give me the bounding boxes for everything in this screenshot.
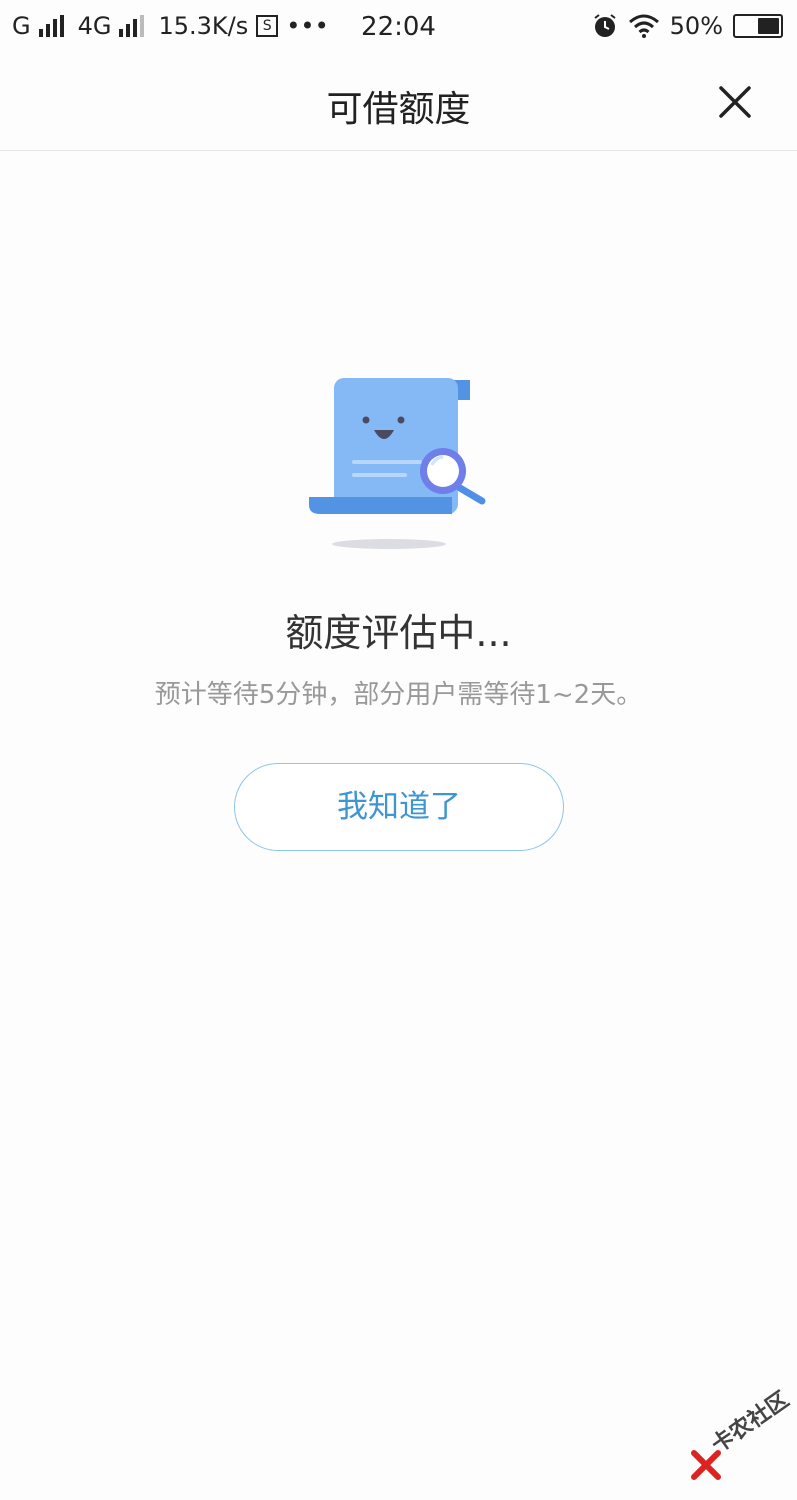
status-subtitle: 预计等待5分钟，部分用户需等待1~2天。 (154, 680, 643, 710)
nav-header: 可借额度 (0, 56, 797, 151)
page-title: 可借额度 (326, 89, 471, 130)
watermark-icon (691, 1450, 721, 1480)
close-icon[interactable] (717, 84, 753, 120)
alarm-icon (594, 14, 616, 37)
watermark-logo: 卡农社区 (691, 1387, 794, 1482)
acknowledge-button[interactable]: 我知道了 (234, 763, 564, 851)
watermark-text: 卡农社区 (707, 1387, 794, 1459)
battery-percent: 50% (669, 12, 723, 40)
wifi-icon (628, 14, 659, 38)
document-search-icon (309, 378, 486, 549)
status-right: 50% (592, 12, 783, 40)
battery-icon (733, 14, 783, 38)
status-bar: G 4G 15.3K/s S ••• 22:04 50% (0, 0, 797, 56)
status-title: 额度评估中... (285, 611, 512, 655)
